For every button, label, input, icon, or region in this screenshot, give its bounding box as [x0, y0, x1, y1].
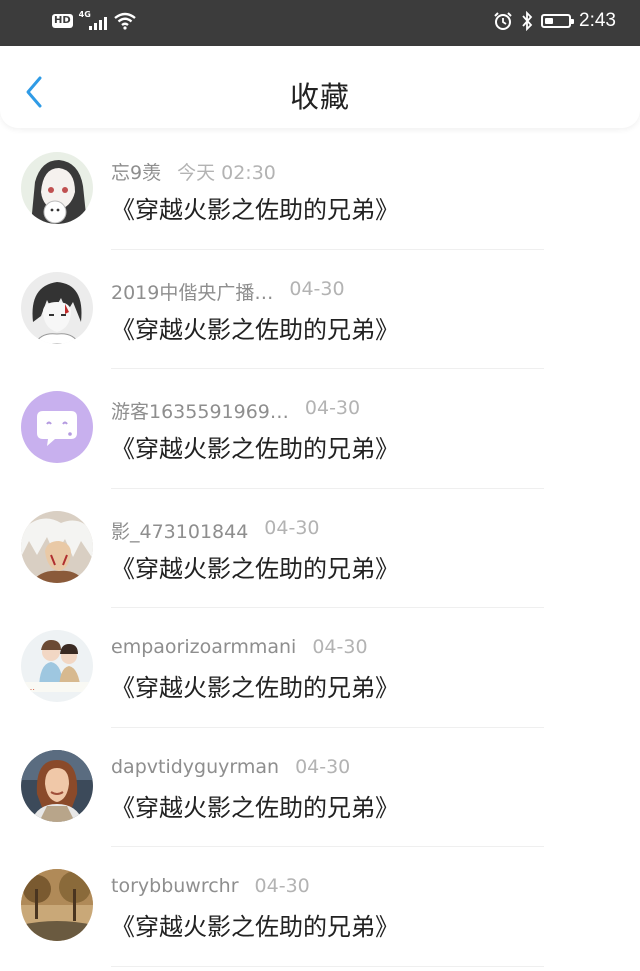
item-message[interactable]: 《穿越火影之佐助的兄弟》 — [111, 907, 399, 942]
avatar[interactable] — [21, 510, 93, 583]
favorites-list: 忘9羡 今天 02:30 《穿越火影之佐助的兄弟》 2019中偕央广播… 04-… — [0, 130, 640, 967]
timestamp: 04-30 — [312, 636, 368, 658]
page-title: 收藏 — [289, 80, 350, 114]
battery-icon — [541, 14, 575, 28]
network-type-label: 4G — [78, 10, 91, 19]
user-name[interactable]: 忘9羡 — [111, 158, 161, 185]
item-message[interactable]: 《穿越火影之佐助的兄弟》 — [111, 310, 399, 345]
timestamp: 04-30 — [264, 516, 320, 539]
avatar[interactable] — [21, 391, 93, 463]
list-item[interactable]: 游客1635591969… 04-30 《穿越火影之佐助的兄弟》 — [0, 369, 640, 489]
user-name[interactable]: 游客1635591969… — [111, 397, 289, 424]
item-meta: 忘9羡 今天 02:30 — [111, 158, 276, 185]
item-message[interactable]: 《穿越火影之佐助的兄弟》 — [111, 788, 399, 823]
chat-bubble-icon — [21, 391, 93, 463]
user-name[interactable]: empaorizoarmmani — [111, 636, 296, 658]
item-meta: empaorizoarmmani 04-30 — [111, 636, 368, 658]
list-item[interactable]: 忘9羡 今天 02:30 《穿越火影之佐助的兄弟》 — [0, 130, 640, 250]
list-item[interactable]: torybbuwrchr 04-30 《穿越火影之佐助的兄弟》 — [0, 847, 640, 967]
user-name[interactable]: 影_473101844 — [111, 517, 248, 544]
wifi-icon — [113, 12, 136, 30]
list-item[interactable]: dapvtidyguyrman 04-30 《穿越火影之佐助的兄弟》 — [0, 728, 640, 847]
item-meta: 2019中偕央广播… 04-30 — [111, 278, 345, 305]
avatar[interactable] — [21, 869, 93, 941]
list-item[interactable]: … empaorizoarmmani 04-30 《穿越火影之佐助的兄弟》 — [0, 608, 640, 728]
item-message[interactable]: 《穿越火影之佐助的兄弟》 — [111, 429, 399, 464]
timestamp: 04-30 — [254, 875, 310, 897]
item-message[interactable]: 《穿越火影之佐助的兄弟》 — [111, 549, 399, 584]
avatar[interactable]: … — [21, 630, 93, 702]
status-bar: HD 4G 2:43 — [0, 0, 640, 46]
hd-badge: HD — [52, 14, 73, 28]
item-message[interactable]: 《穿越火影之佐助的兄弟》 — [111, 668, 399, 703]
status-right: 2:43 — [493, 10, 616, 32]
svg-text:…: … — [27, 683, 35, 692]
battery-level — [545, 18, 554, 24]
timestamp: 今天 02:30 — [177, 162, 276, 184]
user-name[interactable]: dapvtidyguyrman — [111, 756, 279, 778]
item-message[interactable]: 《穿越火影之佐助的兄弟》 — [111, 190, 399, 225]
timestamp: 04-30 — [304, 397, 361, 419]
alarm-icon — [494, 12, 512, 30]
status-left: HD 4G — [52, 10, 137, 30]
list-item[interactable]: 影_473101844 04-30 《穿越火影之佐助的兄弟》 — [0, 489, 640, 608]
user-name[interactable]: torybbuwrchr — [111, 875, 239, 897]
item-meta: torybbuwrchr 04-30 — [111, 875, 310, 897]
avatar[interactable] — [21, 152, 93, 224]
item-meta: 影_473101844 04-30 — [111, 517, 320, 544]
divider — [111, 965, 544, 967]
page-header: 收藏 — [0, 46, 640, 128]
item-meta: dapvtidyguyrman 04-30 — [111, 756, 350, 778]
timestamp: 04-30 — [289, 277, 345, 300]
timestamp: 04-30 — [295, 755, 351, 778]
list-item[interactable]: 2019中偕央广播… 04-30 《穿越火影之佐助的兄弟》 — [0, 250, 640, 369]
signal-icon: 4G — [78, 10, 107, 30]
bluetooth-icon — [522, 11, 533, 31]
item-meta: 游客1635591969… 04-30 — [111, 397, 360, 424]
avatar[interactable] — [21, 749, 93, 822]
avatar[interactable] — [21, 271, 93, 344]
user-name[interactable]: 2019中偕央广播… — [111, 278, 273, 305]
status-time: 2:43 — [579, 10, 616, 31]
